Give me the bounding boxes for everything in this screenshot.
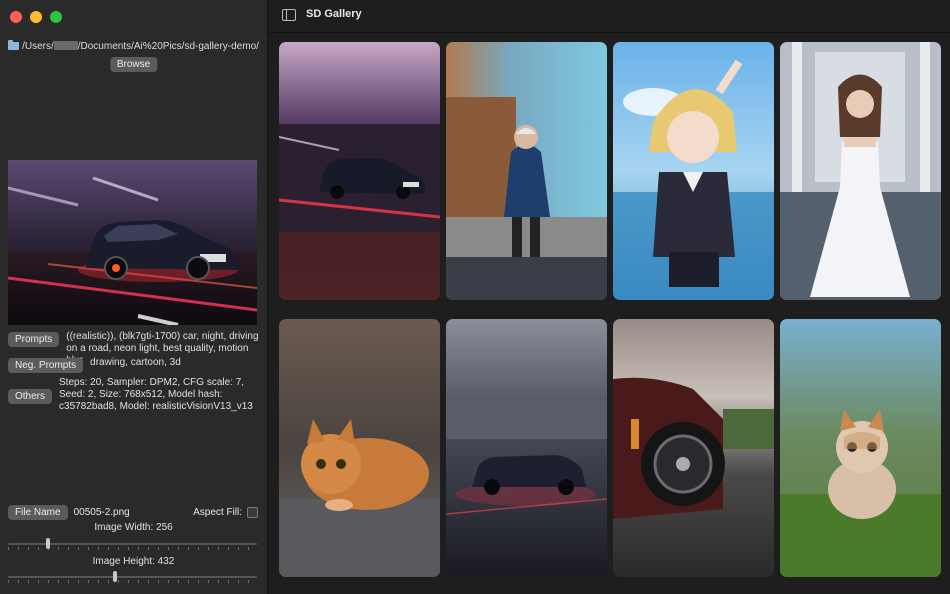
- prompts-button[interactable]: Prompts: [8, 332, 60, 347]
- sidebar: /Users/ /Documents/Ai%20Pics/sd-gallery-d…: [0, 0, 268, 594]
- browse-button[interactable]: Browse: [109, 57, 158, 72]
- window-controls: [10, 11, 62, 23]
- close-window-button[interactable]: [10, 11, 22, 23]
- gallery-item-kitten-grass[interactable]: [780, 319, 941, 577]
- gallery-item-sports-car[interactable]: [613, 319, 774, 577]
- image-height-label: Image Height: 432: [92, 556, 175, 567]
- image-width-slider[interactable]: [8, 538, 257, 550]
- others-row: Others Steps: 20, Sampler: DPM2, CFG sca…: [8, 377, 259, 413]
- preview-image: [8, 160, 257, 325]
- gallery-item-anime-girl[interactable]: [613, 42, 774, 300]
- neg-prompts-text: drawing, cartoon, 3d: [90, 357, 181, 368]
- others-text: Steps: 20, Sampler: DPM2, CFG scale: 7, …: [59, 377, 253, 412]
- aspect-fill-label: Aspect Fill:: [193, 507, 242, 518]
- folder-path-prefix: /Users/: [22, 41, 54, 52]
- redacted-username: [53, 41, 78, 50]
- image-width-label: Image Width: 256: [94, 522, 173, 533]
- image-width-slider-knob[interactable]: [45, 538, 50, 549]
- window-title: SD Gallery: [306, 8, 362, 20]
- minimize-window-button[interactable]: [30, 11, 42, 23]
- app-window: /Users/ /Documents/Ai%20Pics/sd-gallery-d…: [0, 0, 950, 594]
- gallery-pane: SD Gallery: [268, 0, 950, 594]
- gallery-item-car-night[interactable]: [279, 42, 440, 300]
- folder-path: /Users/ /Documents/Ai%20Pics/sd-gallery-d…: [0, 40, 267, 52]
- aspect-fill-checkbox[interactable]: [247, 507, 258, 518]
- gallery-item-old-man[interactable]: [446, 42, 607, 300]
- zoom-window-button[interactable]: [50, 11, 62, 23]
- gallery-item-car-dusk[interactable]: [446, 319, 607, 577]
- sidebar-toggle-icon[interactable]: [282, 9, 296, 21]
- neg-prompts-row: Neg. Prompts drawing, cartoon, 3d: [8, 357, 267, 373]
- folder-path-suffix: /Documents/Ai%20Pics/sd-gallery-demo/: [77, 41, 259, 52]
- gallery-item-woman-dress[interactable]: [780, 42, 941, 300]
- image-height-slider[interactable]: [8, 571, 257, 583]
- neg-prompts-button[interactable]: Neg. Prompts: [8, 358, 84, 373]
- gallery-item-kitten[interactable]: [279, 319, 440, 577]
- file-name-button[interactable]: File Name: [8, 505, 68, 520]
- toolbar: SD Gallery: [268, 0, 950, 33]
- folder-icon: [8, 40, 20, 50]
- others-button[interactable]: Others: [8, 389, 53, 404]
- aspect-fill-control: Aspect Fill:: [193, 507, 258, 518]
- file-name-row: File Name 00505-2.png Aspect Fill:: [8, 505, 258, 520]
- file-name-value: 00505-2.png: [73, 507, 130, 518]
- image-height-slider-knob[interactable]: [113, 571, 118, 582]
